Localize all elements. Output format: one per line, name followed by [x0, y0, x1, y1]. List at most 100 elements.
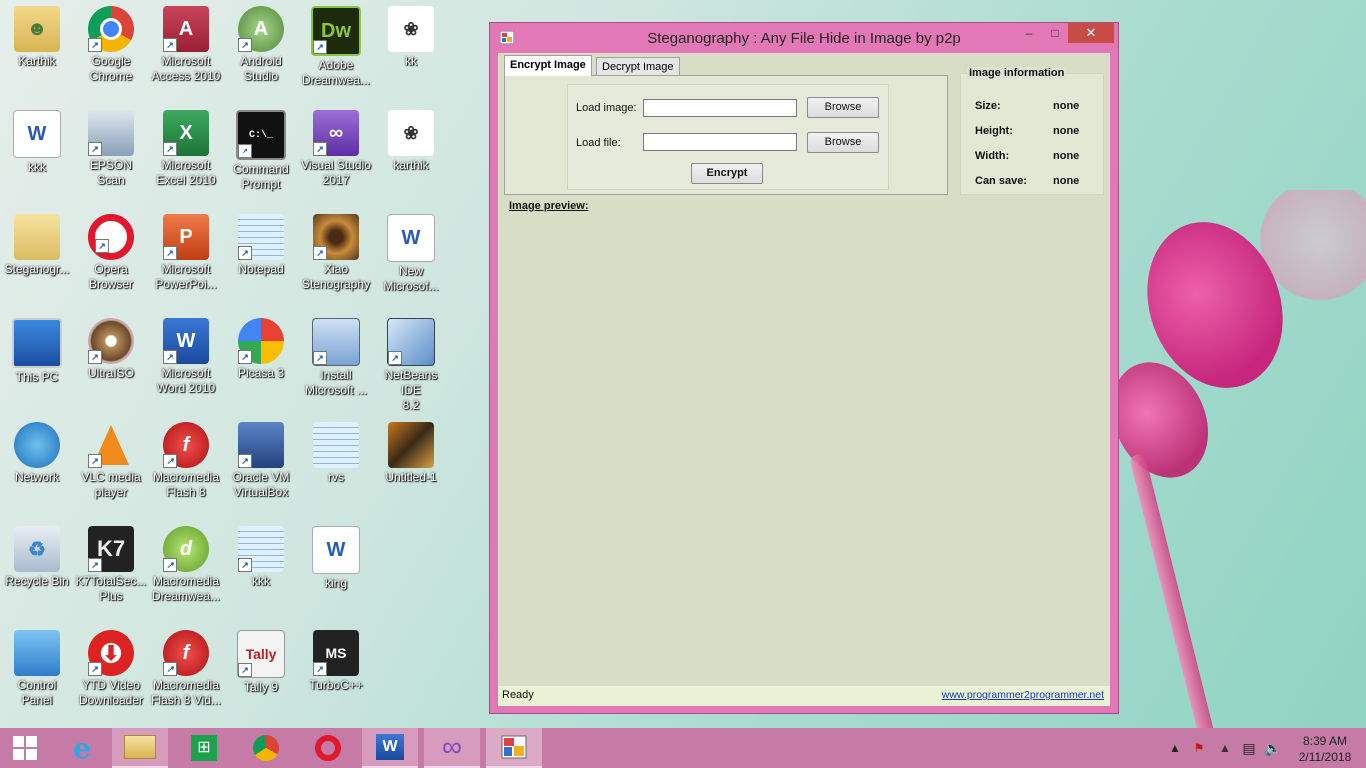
desktop-icon-untitled-1[interactable]: Untitled-1: [374, 416, 448, 516]
load-file-input[interactable]: [643, 133, 797, 151]
turboc-icon: MS ↗: [313, 630, 359, 676]
minimize-button[interactable]: –: [1017, 23, 1041, 43]
desktop-icon-dreamweaver[interactable]: Dw ↗ Adobe Dreamwea...: [299, 0, 373, 100]
encrypt-button[interactable]: Encrypt: [691, 163, 763, 184]
desktop-icon-install-microsoft[interactable]: ↗ Install Microsoft ...: [299, 312, 373, 412]
desktop-icon-command-prompt[interactable]: C:\_ ↗ Command Prompt: [224, 104, 298, 204]
status-text: Ready: [502, 689, 534, 701]
flash-video-icon: f ↗: [163, 630, 209, 676]
desktop-icon-new-microsoft[interactable]: W New Microsof...: [374, 208, 448, 308]
taskbar-visual-studio[interactable]: ∞: [424, 728, 480, 768]
desktop-icon-netbeans[interactable]: ↗ NetBeans IDE 8.2: [374, 312, 448, 412]
desktop-icon-kkk-doc[interactable]: W kkk: [0, 104, 74, 204]
chrome-icon: [253, 735, 279, 761]
tiger-image-icon: [388, 422, 434, 468]
taskbar-chrome[interactable]: [238, 728, 294, 768]
taskbar-internet-explorer[interactable]: e: [54, 728, 110, 768]
desktop-icon-xiao-steganography[interactable]: ↗ Xiao Stenography: [299, 208, 373, 308]
taskbar-file-explorer[interactable]: [112, 728, 168, 768]
desktop-icon-king[interactable]: W king: [299, 520, 373, 620]
virtualbox-icon: ↗: [238, 422, 284, 468]
desktop-icon-visual-studio[interactable]: ∞ ↗ Visual Studio 2017: [299, 104, 373, 204]
desktop-icon-virtualbox[interactable]: ↗ Oracle VM VirtualBox: [224, 416, 298, 516]
desktop-icon-excel[interactable]: X ↗ Microsoft Excel 2010: [149, 104, 223, 204]
desktop-icon-opera[interactable]: ↗ Opera Browser: [74, 208, 148, 308]
taskbar-steganography[interactable]: [486, 728, 542, 768]
security-icon: ▲: [1219, 741, 1231, 755]
desktop-icon-powerpoint[interactable]: P ↗ Microsoft PowerPoi...: [149, 208, 223, 308]
desktop-icon-karthik-image[interactable]: ❀ karthik: [374, 104, 448, 204]
browse-image-button[interactable]: Browse: [807, 97, 879, 118]
desktop-icon-flash8-video[interactable]: f ↗ Macromedia Flash 8 Vid...: [149, 624, 223, 724]
taskbar-clock[interactable]: 8:39 AM 2/11/2018: [1290, 733, 1360, 765]
desktop-icon-notepad[interactable]: ↗ Notepad: [224, 208, 298, 308]
windows-logo-icon: [13, 736, 37, 760]
client-area: Encrypt Image Decrypt Image Load image: …: [498, 53, 1110, 706]
desktop-icon-chrome[interactable]: ↗ Google Chrome: [74, 0, 148, 100]
taskbar-store[interactable]: ⊞: [176, 728, 232, 768]
opera-icon: [315, 735, 341, 761]
taskbar-word[interactable]: W: [362, 728, 418, 768]
load-image-input[interactable]: [643, 99, 797, 117]
desktop-icon-recycle-bin[interactable]: ♻ Recycle Bin: [0, 520, 74, 620]
image-information-group: Image information Size: none Height: none …: [960, 67, 1104, 195]
desktop-icon-kkk-notepad[interactable]: ↗ kkk: [224, 520, 298, 620]
internet-explorer-icon: e: [73, 731, 91, 765]
desktop-icon-epson-scan[interactable]: ↗ EPSON Scan: [74, 104, 148, 204]
tray-network[interactable]: ▤: [1238, 728, 1260, 768]
recycle-bin-icon: ♻: [14, 526, 60, 572]
flash-icon: f ↗: [163, 422, 209, 468]
desktop-icon-dreamweaver-mm[interactable]: d ↗ Macromedia Dreamwea...: [149, 520, 223, 620]
desktop-icon-turboc[interactable]: MS ↗ TurboC++: [299, 624, 373, 724]
desktop-icon-vlc[interactable]: ↗ VLC media player: [74, 416, 148, 516]
encrypt-panel: Load image: Browse Load file: Browse Enc…: [504, 75, 948, 195]
info-row-size: Size: none: [975, 100, 1080, 112]
browse-file-button[interactable]: Browse: [807, 132, 879, 153]
desktop-icon-rvs[interactable]: rvs: [299, 416, 373, 516]
desktop-icon-kk[interactable]: ❀ kk: [374, 0, 448, 100]
tray-volume[interactable]: 🔈: [1262, 728, 1284, 768]
clock-time: 8:39 AM: [1302, 734, 1348, 748]
folder-icon: [14, 214, 60, 260]
desktop-icon-word[interactable]: W ↗ Microsoft Word 2010: [149, 312, 223, 412]
tally-icon: Tally ↗: [237, 630, 285, 678]
user-folder-icon: ☻: [14, 6, 60, 52]
desktop-icon-tally[interactable]: Tally ↗ Tally 9: [224, 624, 298, 724]
desktop-icon-ultraiso[interactable]: ↗ UltraISO: [74, 312, 148, 412]
desktop-icon-android-studio[interactable]: A ↗ Android Studio: [224, 0, 298, 100]
access-icon: A ↗: [163, 6, 209, 52]
info-row-can-save: Can save: none: [975, 175, 1080, 187]
terminal-icon: C:\_ ↗: [236, 110, 286, 160]
desktop-icon-network[interactable]: Network: [0, 416, 74, 516]
tab-encrypt-image[interactable]: Encrypt Image: [504, 55, 592, 76]
desktop-icon-steganography-folder[interactable]: Steganogr...: [0, 208, 74, 308]
installer-icon: ↗: [312, 318, 360, 366]
vlc-cone-icon: ↗: [88, 422, 134, 468]
chevron-up-icon: ▲: [1169, 741, 1181, 755]
desktop-icon-karthik[interactable]: ☻ Karthik: [0, 0, 74, 100]
taskbar-opera[interactable]: [300, 728, 356, 768]
tray-k7[interactable]: ▲: [1214, 728, 1236, 768]
scanner-icon: ↗: [88, 110, 134, 156]
word-icon: W ↗: [163, 318, 209, 364]
desktop-icon-this-pc[interactable]: This PC: [0, 312, 74, 412]
speaker-icon: 🔈: [1264, 739, 1282, 756]
website-link[interactable]: www.programmer2programmer.net: [942, 689, 1104, 701]
desktop-icon-flash8[interactable]: f ↗ Macromedia Flash 8: [149, 416, 223, 516]
desktop-icon-access[interactable]: A ↗ Microsoft Access 2010: [149, 0, 223, 100]
desktop-icon-control-panel[interactable]: Control Panel: [0, 624, 74, 724]
sketch-image-icon: ❀: [388, 110, 434, 156]
word-document-icon: W: [13, 110, 61, 158]
image-preview-label: Image preview:: [509, 200, 589, 212]
maximize-button[interactable]: □: [1043, 23, 1067, 43]
show-hidden-icons-button[interactable]: ▲: [1166, 728, 1184, 768]
desktop-icon-picasa[interactable]: ↗ Picasa 3: [224, 312, 298, 412]
close-button[interactable]: ✕: [1068, 23, 1114, 43]
tab-decrypt-image[interactable]: Decrypt Image: [596, 57, 680, 76]
desktop-icon-ytd[interactable]: ⬇ ↗ YTD Video Downloader: [74, 624, 148, 724]
title-bar[interactable]: Steganography : Any File Hide in Image b…: [490, 23, 1118, 53]
tray-action-center[interactable]: ⚑: [1188, 728, 1210, 768]
start-button[interactable]: [0, 728, 50, 768]
desktop-icon-k7[interactable]: K7 ↗ K7TotalSec... Plus: [74, 520, 148, 620]
dreamweaver-dw-icon: Dw ↗: [311, 6, 361, 56]
